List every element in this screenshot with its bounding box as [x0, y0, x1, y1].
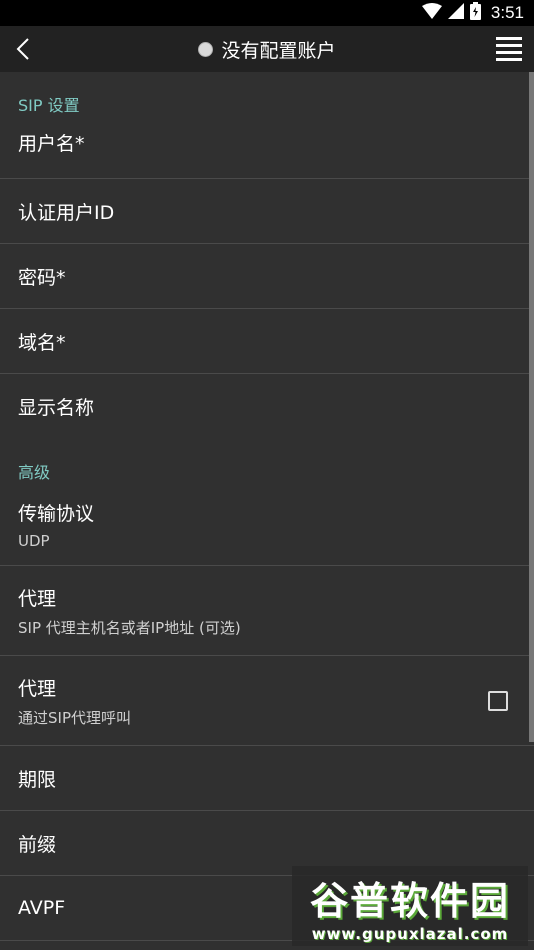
proxy-route-checkbox[interactable] [488, 690, 508, 711]
pref-label: 用户名* [18, 133, 85, 155]
menu-icon [496, 37, 522, 40]
page-title: 没有配置账户 [221, 39, 336, 62]
pref-label: 认证用户ID [18, 201, 115, 224]
pref-summary: UDP [18, 532, 50, 550]
settings-list: SIP 设置 用户名* 认证用户ID 密码* 域名* 显示名称 高级 传输协议 … [0, 72, 534, 950]
pref-label: 期限 [18, 768, 57, 791]
pref-username[interactable]: 用户名* [0, 117, 534, 179]
pref-expiry[interactable]: 期限 [0, 746, 534, 811]
pref-auth-user-id[interactable]: 认证用户ID [0, 179, 534, 244]
pref-label: 前缀 [18, 833, 57, 856]
pref-label: 代理 [18, 677, 57, 700]
pref-label: AVPF [18, 897, 66, 919]
battery-icon [469, 2, 481, 24]
pref-label: 显示名称 [18, 397, 95, 419]
section-header-sip: SIP 设置 [18, 96, 80, 115]
watermark-title: 谷普软件园 [309, 878, 510, 923]
pref-proxy-host[interactable]: 代理 SIP 代理主机名或者IP地址 (可选) [0, 566, 534, 656]
pref-summary: 通过SIP代理呼叫 [18, 708, 131, 727]
signal-icon [447, 3, 464, 23]
toolbar: 没有配置账户 [0, 26, 534, 72]
back-button[interactable] [8, 34, 38, 64]
watermark-url: www.gupuxlazal.com [311, 924, 509, 943]
pref-summary: SIP 代理主机名或者IP地址 (可选) [18, 618, 241, 637]
chevron-left-icon [16, 38, 29, 60]
watermark: 谷普软件园 www.gupuxlazal.com [292, 866, 528, 946]
menu-button[interactable] [496, 37, 522, 61]
pref-display-name[interactable]: 显示名称 [0, 374, 534, 439]
pref-transport[interactable]: 传输协议 UDP [0, 484, 534, 566]
wifi-icon [421, 3, 442, 23]
pref-password[interactable]: 密码* [0, 244, 534, 309]
status-bar: 3:51 [0, 0, 534, 26]
pref-label: 密码* [18, 266, 66, 289]
clock: 3:51 [490, 3, 524, 22]
pref-label: 域名* [18, 331, 66, 354]
section-header-advanced: 高级 [18, 463, 51, 482]
pref-label: 传输协议 [18, 503, 95, 525]
pref-label: 代理 [18, 587, 57, 610]
account-status-dot-icon [198, 41, 214, 57]
pref-proxy-route[interactable]: 代理 通过SIP代理呼叫 [0, 656, 534, 746]
pref-domain[interactable]: 域名* [0, 309, 534, 374]
scrollbar[interactable] [529, 72, 534, 742]
